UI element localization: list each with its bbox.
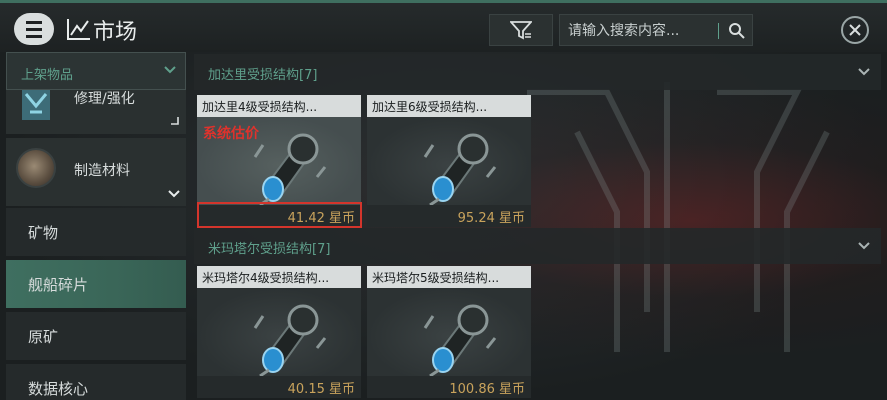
section-title: 米玛塔尔受损结构[7]	[208, 242, 331, 257]
item-name: 加达里4级受损结构...	[197, 95, 361, 117]
item-price: 40.15 星币	[197, 376, 361, 398]
sub-item-data-core[interactable]: 数据核心	[6, 364, 186, 400]
filter-button[interactable]	[489, 14, 553, 46]
category-panel: 修理/强化 上架物品 制造材料 矿物 舰船碎片 原矿 数据核心	[6, 52, 186, 400]
damaged-structure-icon	[423, 133, 497, 207]
ore-material-icon	[16, 148, 56, 188]
chart-icon	[67, 19, 90, 40]
category-header[interactable]: 上架物品	[6, 52, 186, 90]
item-price: 100.86 星币	[367, 376, 531, 398]
search-divider	[718, 23, 719, 39]
close-icon	[849, 24, 861, 36]
item-image	[367, 117, 531, 207]
category-label: 修理/强化	[74, 91, 135, 107]
sub-item-label: 原矿	[28, 328, 59, 346]
item-panel: 加达里受损结构[7] 加达里4级受损结构... 系统估价 41.42 星币 加达…	[194, 52, 887, 400]
search-icon[interactable]	[728, 22, 746, 40]
item-card[interactable]: 米玛塔尔4级受损结构... 40.15 星币	[197, 266, 361, 398]
sub-item-label: 舰船碎片	[28, 276, 89, 294]
chevron-down-icon	[858, 68, 870, 76]
top-bar: 市场	[0, 0, 887, 52]
item-image	[197, 288, 361, 378]
item-name: 米玛塔尔4级受损结构...	[197, 266, 361, 288]
upgrade-module-icon	[22, 90, 50, 120]
category-label: 制造材料	[74, 163, 130, 179]
sub-item-raw-ore[interactable]: 原矿	[6, 312, 186, 360]
item-card[interactable]: 米玛塔尔5级受损结构... 100.86 星币	[367, 266, 531, 398]
item-card[interactable]: 加达里6级受损结构... 95.24 星币	[367, 95, 531, 227]
sub-item-label: 矿物	[28, 224, 59, 242]
category-header-label: 上架物品	[21, 68, 74, 83]
search-box	[559, 14, 753, 46]
item-name: 加达里6级受损结构...	[367, 95, 531, 117]
page-title: 市场	[93, 20, 138, 45]
system-estimate-tag: 系统估价	[203, 126, 259, 142]
sub-item-label: 数据核心	[28, 380, 89, 398]
section-header-caldari[interactable]: 加达里受损结构[7]	[194, 54, 881, 90]
price-highlight-box	[197, 202, 362, 228]
chevron-down-icon	[858, 242, 870, 250]
menu-button[interactable]	[14, 13, 54, 45]
section-title: 加达里受损结构[7]	[208, 68, 318, 83]
sub-item-minerals[interactable]: 矿物	[6, 208, 186, 256]
filter-icon	[510, 21, 532, 40]
chevron-down-icon	[168, 190, 180, 198]
item-image	[367, 288, 531, 378]
sub-item-ship-fragments[interactable]: 舰船碎片	[6, 260, 186, 308]
category-item-materials[interactable]: 制造材料	[6, 138, 186, 206]
chevron-down-icon	[164, 66, 176, 74]
search-input[interactable]	[568, 21, 708, 41]
menu-icon	[26, 19, 42, 40]
damaged-structure-icon	[253, 304, 327, 378]
item-price: 95.24 星币	[367, 205, 531, 227]
damaged-structure-icon	[423, 304, 497, 378]
section-header-minmatar[interactable]: 米玛塔尔受损结构[7]	[194, 228, 881, 264]
collapse-icon	[171, 117, 179, 125]
close-button[interactable]	[841, 16, 869, 44]
item-name: 米玛塔尔5级受损结构...	[367, 266, 531, 288]
category-item-repair[interactable]: 修理/强化	[6, 90, 186, 134]
